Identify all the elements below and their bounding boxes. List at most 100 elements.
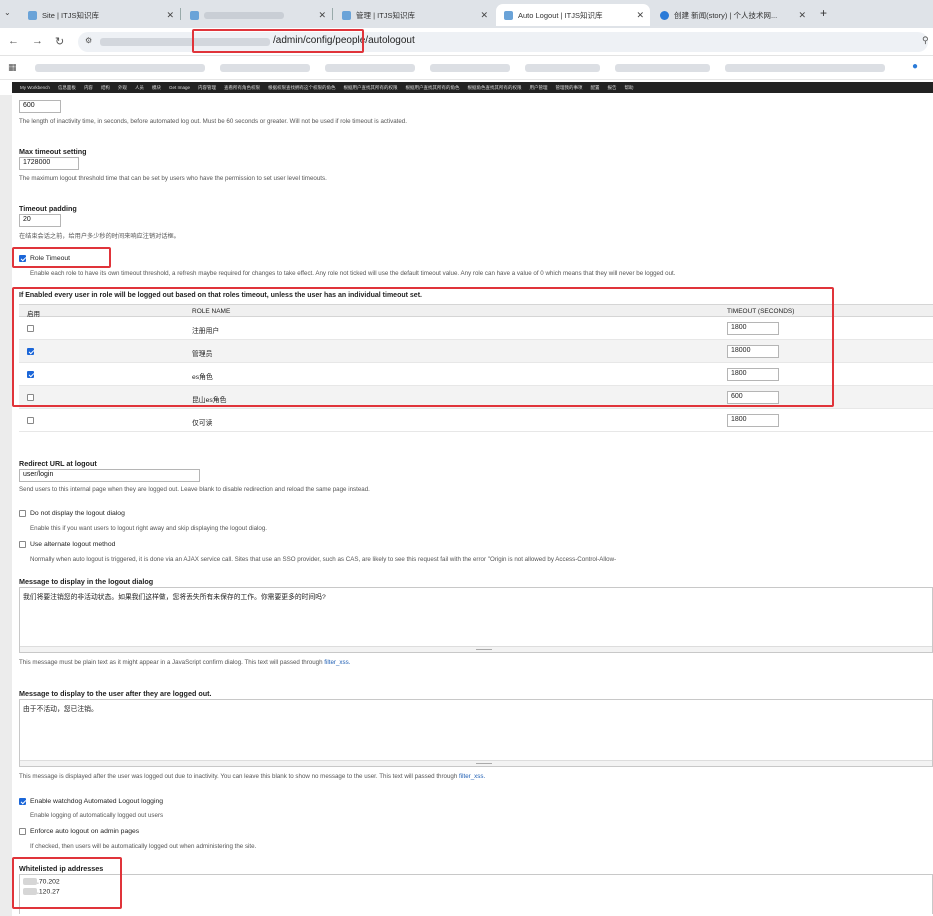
after-logout-message-text: 由于不活动，您已注销。 [23,706,98,713]
admin-menu-item[interactable]: 用户管理 [529,85,547,91]
watchdog-label: Enable watchdog Automated Logout logging [30,798,164,805]
redirect-url-input[interactable]: user/login [19,469,200,482]
resize-handle[interactable] [20,646,932,652]
no-dialog-checkbox-row[interactable]: Do not display the logout dialog [19,510,125,517]
enforce-admin-label: Enforce auto logout on admin pages [30,828,140,835]
admin-menu-item[interactable]: 帮助 [624,85,633,91]
admin-menu-item[interactable]: 根据角色查找其所有的权限 [467,85,521,91]
forward-icon[interactable]: → [32,35,43,47]
apps-grid-icon[interactable]: ▦ [8,62,17,73]
browser-tab[interactable]: 创建 新闻(story) | 个人技术网... ✕ [652,4,812,26]
admin-menu-item[interactable]: 内容 [84,85,93,91]
role-timeout-checkbox[interactable] [19,255,26,262]
admin-menu-item[interactable]: Get Image [169,85,190,90]
role-name: 注册用户 [192,328,220,335]
filter-xss-link[interactable]: filter_xss. [324,659,350,666]
browser-tab[interactable]: 管理 | ITJS知识库 ✕ [334,4,494,26]
alt-logout-checkbox-row[interactable]: Use alternate logout method [19,541,115,548]
dialog-message-textarea[interactable]: 我们将要注销您的非活动状态。如果我们这样做，您将丢失所有未保存的工作。你需要更多… [19,587,933,653]
blurred-ip-prefix [23,878,37,885]
blurred-bookmark [430,64,510,72]
role-enabled-checkbox[interactable] [27,394,34,401]
max-timeout-input[interactable]: 1728000 [19,157,79,170]
enforce-admin-checkbox[interactable] [19,828,26,835]
redirect-url-label: Redirect URL at logout [19,459,97,468]
close-tab-icon[interactable]: ✕ [318,10,326,21]
new-tab-icon[interactable]: + [820,6,827,20]
role-timeout-input[interactable]: 1800 [727,368,779,381]
close-tab-icon[interactable]: ✕ [798,10,806,21]
site-favicon-icon [342,10,351,20]
site-info-icon[interactable]: ⚙ [85,36,92,45]
no-dialog-checkbox[interactable] [19,510,26,517]
table-row: 管理员 18000 [19,340,933,363]
role-timeout-input[interactable]: 18000 [727,345,779,358]
alt-logout-checkbox[interactable] [19,541,26,548]
role-enabled-checkbox[interactable] [27,371,34,378]
tab-menu-chevron-icon[interactable]: ⌄ [4,8,11,17]
timeout-padding-label: Timeout padding [19,204,77,213]
role-table-header: 启用 ROLE NAME TIMEOUT (SECONDS) [19,304,933,318]
enforce-admin-checkbox-row[interactable]: Enforce auto logout on admin pages [19,828,139,835]
browser-tab-active[interactable]: Auto Logout | ITJS知识库 ✕ [496,4,650,26]
back-icon[interactable]: ← [8,35,19,47]
resize-handle[interactable] [20,760,932,766]
whitelist-ip-text: .70.202 [37,878,60,886]
role-enabled-checkbox[interactable] [27,417,34,424]
site-favicon-icon [28,10,37,20]
address-bar-row: ← → ↻ ⚙ /admin/config/people/autologout … [0,28,933,56]
browser-tab[interactable]: ✕ [182,4,332,26]
watchdog-checkbox[interactable] [19,798,26,805]
admin-menu-item[interactable]: 管理我的事项 [555,85,582,91]
admin-menu-item[interactable]: 根据用户查找其所有的权限 [343,85,397,91]
zoom-icon[interactable]: ⚲ [922,35,929,46]
admin-menu-item[interactable]: 结构 [101,85,110,91]
blurred-bookmark [325,64,415,72]
blurred-bookmark [725,64,885,72]
timeout-input[interactable]: 600 [19,100,61,113]
admin-menu-item[interactable]: 配置 [590,85,599,91]
timeout-padding-input[interactable]: 20 [19,214,61,227]
blurred-bookmark [615,64,710,72]
tab-title: Auto Logout | ITJS知识库 [518,10,603,20]
address-bar[interactable]: ⚙ /admin/config/people/autologout [78,32,928,52]
no-dialog-desc: Enable this if you want users to logout … [30,525,267,532]
edge-profile-icon[interactable]: ● [912,61,918,72]
admin-menu-item[interactable]: 报告 [607,85,616,91]
tab-separator [180,8,181,20]
site-favicon-icon [504,10,513,20]
reload-icon[interactable]: ↻ [55,35,64,48]
admin-menu-item[interactable]: 信息面板 [58,85,76,91]
browser-tab-bar: Site | ITJS知识库 ✕ ✕ 管理 | ITJS知识库 ✕ Auto L… [0,0,933,28]
table-row: 仅可读 1800 [19,409,933,432]
max-timeout-desc: The maximum logout threshold time that c… [19,175,327,182]
admin-menu-item[interactable]: 人员 [135,85,144,91]
role-timeout-input[interactable]: 600 [727,391,779,404]
whitelist-textarea[interactable]: .70.202 .120.27 [19,874,933,914]
role-enabled-checkbox[interactable] [27,348,34,355]
admin-menu-item[interactable]: My Workbench [20,85,50,90]
close-tab-icon[interactable]: ✕ [166,10,174,21]
role-timeout-checkbox-row[interactable]: Role Timeout [19,255,70,262]
admin-menu-item[interactable]: 内容管理 [198,85,216,91]
admin-menu-item[interactable]: 外观 [118,85,127,91]
blurred-bookmark [525,64,600,72]
watchdog-checkbox-row[interactable]: Enable watchdog Automated Logout logging [19,798,163,805]
blurred-ip-prefix [23,888,37,896]
role-timeout-input[interactable]: 1800 [727,414,779,427]
timeout-padding-desc: 在结束会话之前，给用户多少秒的时间来响应注销对话框。 [19,233,180,240]
whitelist-ip-text: .120.27 [37,888,60,896]
close-tab-icon[interactable]: ✕ [480,10,488,21]
role-timeout-input[interactable]: 1800 [727,322,779,335]
tab-title: Site | ITJS知识库 [42,10,99,20]
close-tab-icon[interactable]: ✕ [636,10,644,21]
admin-menu-item[interactable]: 查看所有角色权限 [224,85,260,91]
filter-xss-link[interactable]: filter_xss. [459,773,485,780]
edge-favicon-icon [660,10,669,20]
after-logout-message-textarea[interactable]: 由于不活动，您已注销。 [19,699,933,767]
role-enabled-checkbox[interactable] [27,325,34,332]
admin-menu-item[interactable]: 根据权限查找拥有这个权限的角色 [268,85,336,91]
browser-tab[interactable]: Site | ITJS知识库 ✕ [20,4,180,26]
admin-menu-item[interactable]: 模块 [152,85,161,91]
admin-menu-item[interactable]: 根据用户查找其所有的角色 [405,85,459,91]
